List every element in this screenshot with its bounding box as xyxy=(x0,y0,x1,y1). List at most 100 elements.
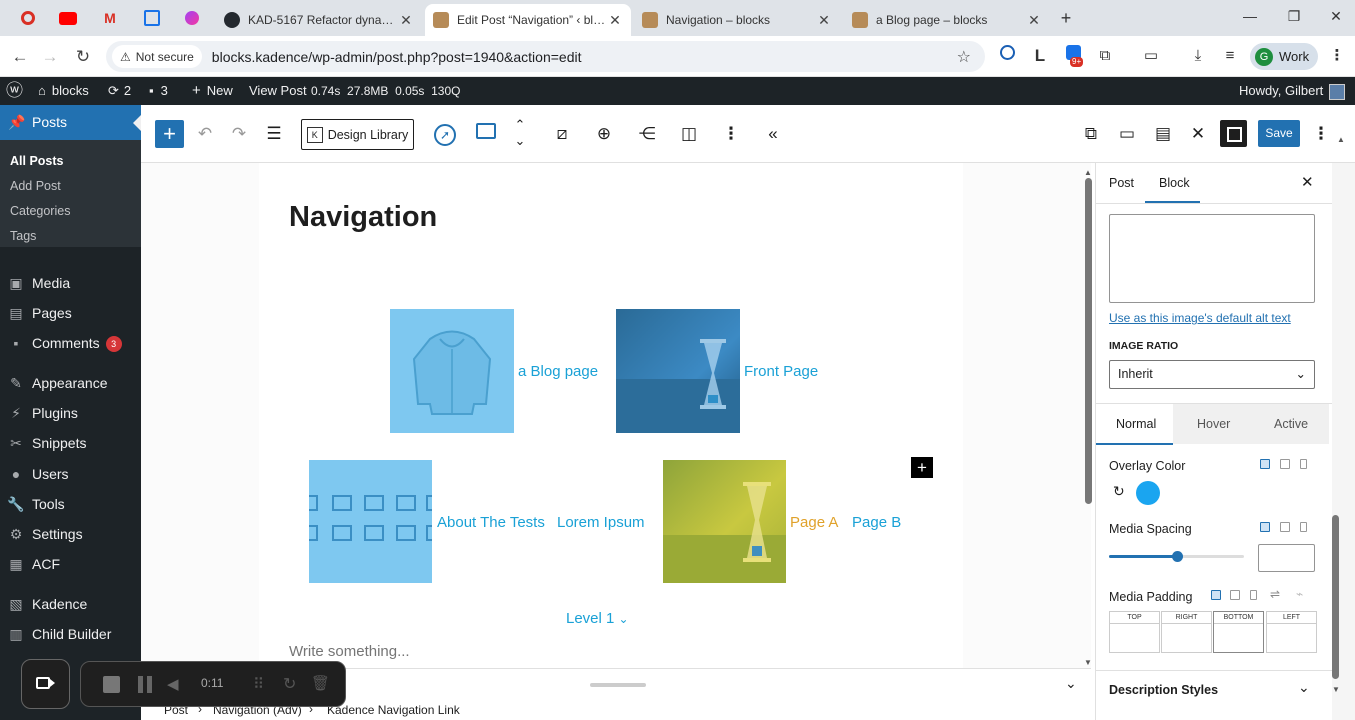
list-indent-icon[interactable]: ⋲ xyxy=(635,122,659,146)
design-library-button[interactable]: K Design Library xyxy=(301,119,414,150)
desktop-device-icon[interactable] xyxy=(1211,590,1221,600)
collapse-icon[interactable]: « xyxy=(761,122,785,146)
menu-settings[interactable]: ⚙ Settings xyxy=(0,519,141,549)
nav-link-lorem-ipsum[interactable]: Lorem Ipsum xyxy=(557,514,645,531)
screen-cast-icon[interactable]: ▭ xyxy=(1140,45,1162,67)
pinned-tab-youtube-icon[interactable] xyxy=(54,7,82,29)
close-window-icon[interactable]: ✕ xyxy=(1326,8,1346,28)
more-options-icon[interactable]: ⋮ xyxy=(719,122,743,146)
link-sides-icon[interactable]: ⇌ xyxy=(1270,587,1280,601)
scroll-up-icon[interactable]: ▲ xyxy=(1084,168,1092,177)
restart-icon[interactable]: ↻ xyxy=(283,674,296,694)
trash-icon[interactable]: 🗑 xyxy=(311,674,330,692)
redo-icon[interactable]: ↷ xyxy=(227,122,251,146)
submenu-add-post[interactable]: Add Post xyxy=(10,179,61,193)
extensions-icon[interactable]: ⧉ xyxy=(1094,45,1116,67)
resize-handle[interactable] xyxy=(590,683,646,687)
nav-image-hoodie[interactable] xyxy=(390,309,514,433)
view-post-external-icon[interactable]: ⧉ xyxy=(1079,122,1103,146)
kadence-controls-icon[interactable]: ✕ xyxy=(1186,122,1210,146)
extension-badge-icon[interactable]: 9+ xyxy=(1062,45,1084,67)
view-post-link[interactable]: View Post xyxy=(249,77,307,105)
reload-icon[interactable]: ↻ xyxy=(72,46,94,68)
tablet-device-icon[interactable] xyxy=(1280,459,1290,469)
padding-left-input[interactable]: LEFT xyxy=(1266,611,1317,653)
panel-scroll-thumb[interactable] xyxy=(1332,515,1339,679)
state-tab-active[interactable]: Active xyxy=(1274,417,1308,431)
submenu-tags[interactable]: Tags xyxy=(10,229,36,243)
menu-appearance[interactable]: ✎ Appearance xyxy=(0,368,141,398)
close-icon[interactable]: ✕ xyxy=(398,12,414,29)
menu-media[interactable]: ▣ Media xyxy=(0,268,141,298)
tablet-device-icon[interactable] xyxy=(1230,590,1240,600)
site-info-chip[interactable]: ⚠ Not secure xyxy=(112,45,202,68)
tab-post[interactable]: Post xyxy=(1109,176,1134,190)
close-panel-icon[interactable]: ✕ xyxy=(1301,173,1314,191)
move-up-down-icon[interactable]: ⌃ ⌄ xyxy=(508,117,532,151)
nav-link-front-page[interactable]: Front Page xyxy=(744,363,818,380)
close-icon[interactable]: ✕ xyxy=(607,12,623,29)
back-icon[interactable]: ← xyxy=(9,46,31,68)
menu-kadence[interactable]: ▧ Kadence xyxy=(0,589,141,619)
pinned-tab-app-icon[interactable] xyxy=(178,7,206,29)
submenu-all-posts[interactable]: All Posts xyxy=(10,154,64,168)
new-tab-button[interactable]: + xyxy=(1056,8,1076,28)
padding-right-input[interactable]: RIGHT xyxy=(1161,611,1212,653)
unlink-icon[interactable]: ⌁ xyxy=(1296,587,1303,601)
pinned-tab-gmail-icon[interactable]: M xyxy=(96,7,124,29)
add-block-button[interactable]: + xyxy=(155,120,184,148)
updates-link[interactable]: ⟳ 2 xyxy=(108,77,131,105)
media-spacing-input[interactable] xyxy=(1258,544,1315,572)
query-monitor-stats[interactable]: 0.74s 27.8MB 0.05s 130Q xyxy=(311,77,460,105)
kadence-settings-icon[interactable]: ▤ xyxy=(1151,122,1175,146)
tab-github[interactable]: KAD-5167 Refactor dynamic co ✕ xyxy=(216,4,422,36)
url-text[interactable]: blocks.kadence/wp-admin/post.php?post=19… xyxy=(212,49,582,65)
nav-image-icons-grid[interactable] xyxy=(309,460,432,583)
menu-posts[interactable]: 📌 Posts xyxy=(0,105,141,140)
nav-link-level-1[interactable]: Level 1 ⌄ xyxy=(566,610,629,627)
site-name-link[interactable]: ⌂ blocks xyxy=(38,77,89,105)
description-styles-toggle[interactable]: Description Styles xyxy=(1109,683,1218,697)
state-tab-normal[interactable]: Normal xyxy=(1116,417,1156,431)
desktop-device-icon[interactable] xyxy=(1260,459,1270,469)
profile-button[interactable]: G Work xyxy=(1250,43,1318,70)
columns-icon[interactable]: ◫ xyxy=(677,122,701,146)
pinned-tab-calendar-icon[interactable] xyxy=(138,7,166,29)
scroll-up-icon[interactable]: ▲ xyxy=(1337,135,1345,144)
minimize-icon[interactable]: — xyxy=(1240,8,1260,28)
post-title[interactable]: Navigation xyxy=(289,201,437,234)
bookmark-star-icon[interactable]: ☆ xyxy=(957,47,971,67)
nav-link-page-a[interactable]: Page A xyxy=(790,514,838,531)
tab-block[interactable]: Block xyxy=(1159,176,1190,190)
password-manager-icon[interactable] xyxy=(996,45,1018,67)
edit-icon[interactable]: ⧄ xyxy=(550,122,574,146)
canvas-scrollbar[interactable]: ▲ ▼ xyxy=(1084,168,1093,668)
media-spacing-slider[interactable] xyxy=(1109,551,1244,562)
submenu-categories[interactable]: Categories xyxy=(10,204,70,218)
menu-plugins[interactable]: ⚡ Plugins xyxy=(0,398,141,428)
browser-menu-icon[interactable]: ⋮ xyxy=(1326,45,1348,67)
state-tab-hover[interactable]: Hover xyxy=(1197,417,1230,431)
tab-navigation[interactable]: Navigation – blocks ✕ xyxy=(634,4,840,36)
menu-comments[interactable]: ▪ Comments 3 xyxy=(0,328,141,358)
omnibox[interactable]: ⚠ Not secure blocks.kadence/wp-admin/pos… xyxy=(106,41,985,72)
nav-link-page-b[interactable]: Page B xyxy=(852,514,901,531)
download-icon[interactable]: ⤓ xyxy=(1187,45,1209,67)
add-link-icon[interactable]: ⊕ xyxy=(592,122,616,146)
scroll-thumb[interactable] xyxy=(1085,178,1092,504)
block-type-icon[interactable] xyxy=(474,122,498,146)
scroll-down-icon[interactable]: ▼ xyxy=(1084,658,1092,667)
mute-icon[interactable]: ◀ xyxy=(167,675,179,693)
l-extension-icon[interactable]: L xyxy=(1029,45,1051,67)
document-overview-icon[interactable]: ☰ xyxy=(262,122,286,146)
howdy-link[interactable]: Howdy, Gilbert xyxy=(1239,77,1346,105)
camera-toggle-button[interactable] xyxy=(21,659,70,709)
padding-top-input[interactable]: TOP xyxy=(1109,611,1160,653)
breadcrumb-nav-link[interactable]: Kadence Navigation Link xyxy=(327,703,460,717)
panel-scrollbar-track[interactable]: ▲ ▼ xyxy=(1332,135,1355,720)
desktop-device-icon[interactable] xyxy=(1260,522,1270,532)
tablet-device-icon[interactable] xyxy=(1280,522,1290,532)
image-ratio-select[interactable]: Inherit ⌄ xyxy=(1109,360,1315,389)
mobile-device-icon[interactable] xyxy=(1250,590,1257,600)
padding-bottom-input[interactable]: BOTTOM xyxy=(1213,611,1264,653)
